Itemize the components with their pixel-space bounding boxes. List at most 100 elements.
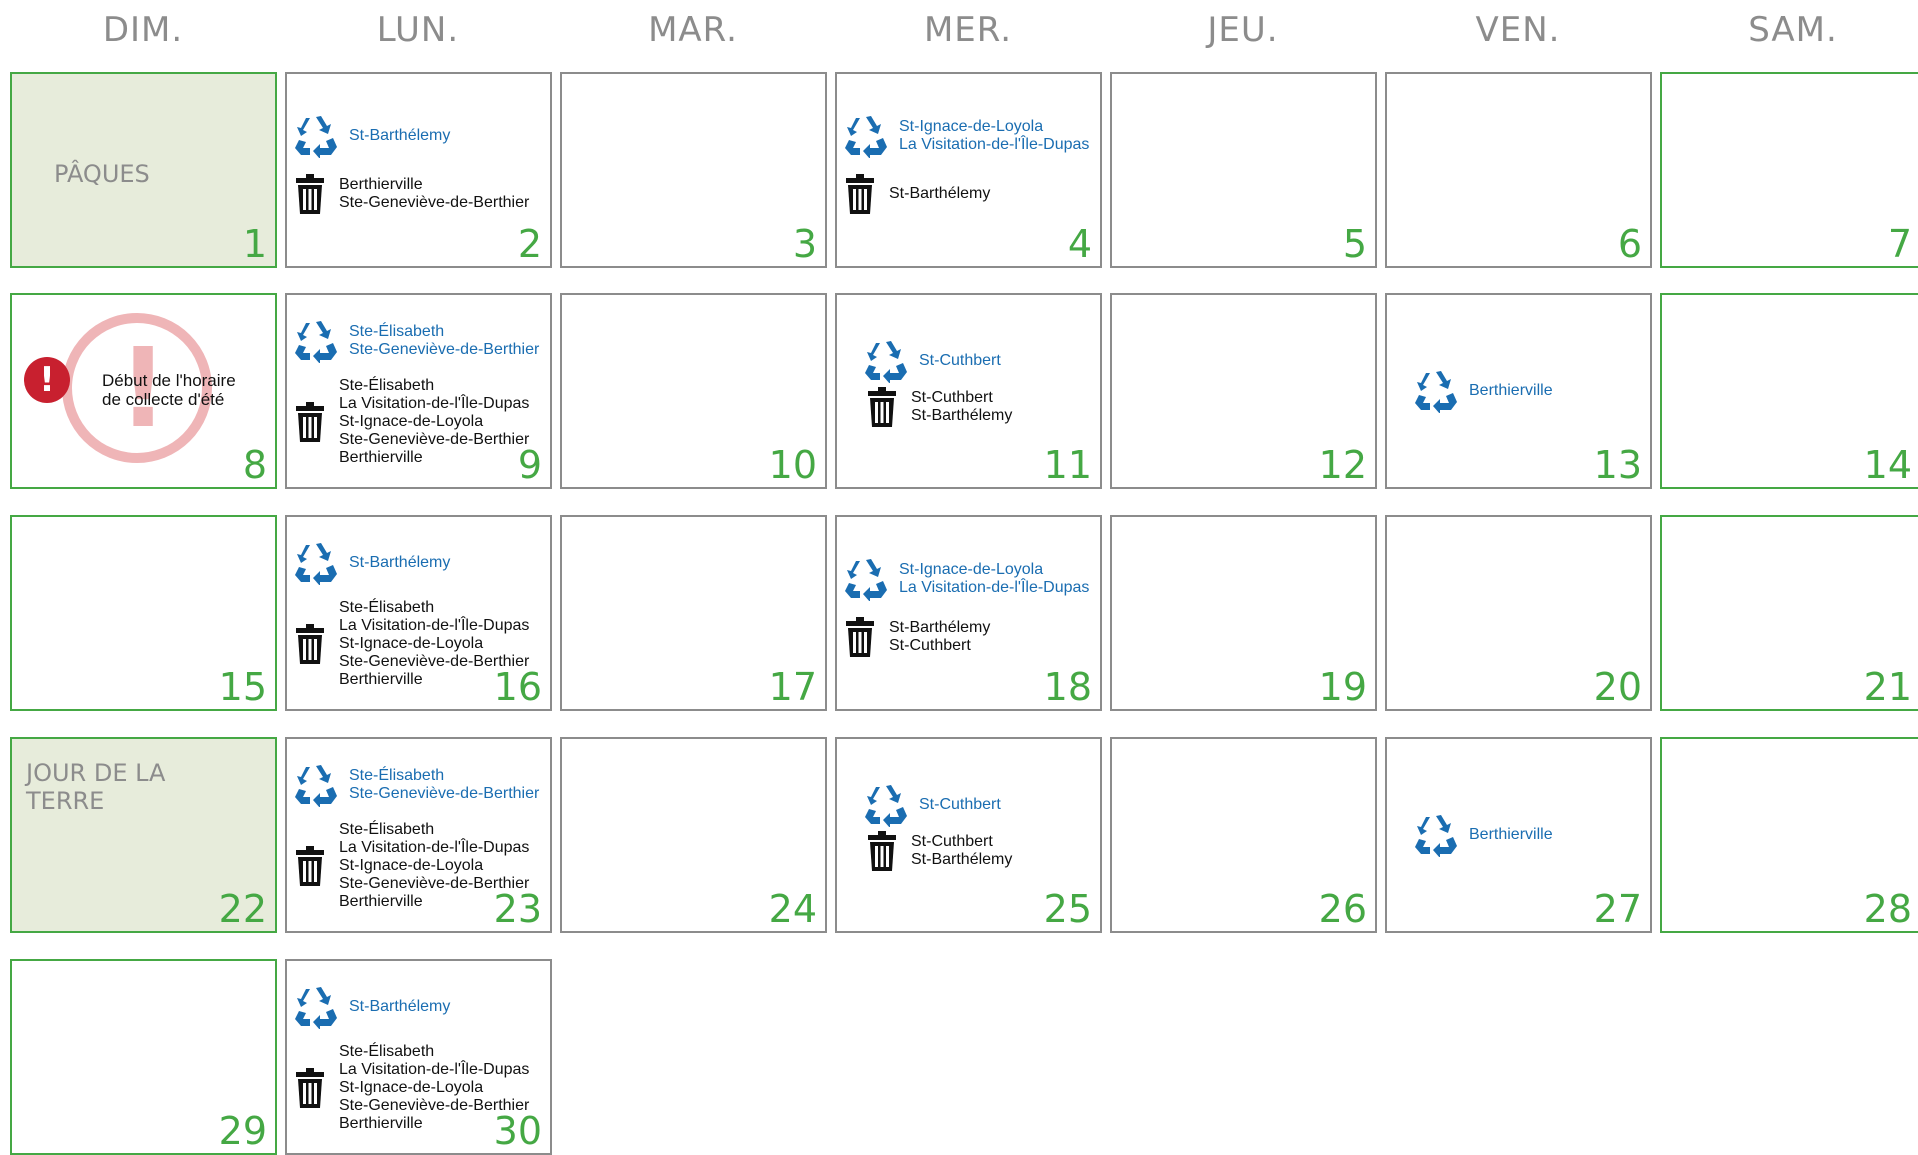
calendar-day-cell: 6 xyxy=(1385,72,1652,268)
notice-text: Début de l'horaire de collecte d'été xyxy=(102,371,236,409)
recycle-icon xyxy=(293,763,339,807)
recycle-icon xyxy=(293,985,339,1029)
day-number: 29 xyxy=(218,1109,267,1153)
weekday-header: DIM. xyxy=(102,10,184,50)
recycling-area: Ste-Geneviève-de-Berthier xyxy=(349,341,540,358)
recycle-icon xyxy=(843,114,889,158)
day-number: 7 xyxy=(1887,222,1912,266)
trash-area: Ste-Élisabeth xyxy=(339,821,435,838)
trash-pickup: St-Barthélemy xyxy=(845,174,990,214)
recycling-pickup: Ste-Élisabeth Ste-Geneviève-de-Berthier xyxy=(293,319,539,363)
trash-area: Ste-Geneviève-de-Berthier xyxy=(339,194,530,211)
recycling-pickup: St-Ignace-de-Loyola La Visitation-de-l'Îl… xyxy=(843,114,1089,158)
day-number: 25 xyxy=(1043,887,1092,931)
day-number: 14 xyxy=(1863,443,1912,487)
day-number: 9 xyxy=(517,443,542,487)
trash-area: Berthierville xyxy=(339,449,423,466)
alert-icon: ! xyxy=(24,357,70,403)
trash-area: St-Ignace-de-Loyola xyxy=(339,1079,484,1096)
day-number: 1 xyxy=(242,222,267,266)
recycling-pickup: Berthierville xyxy=(1413,369,1553,413)
trash-icon xyxy=(867,831,897,871)
trash-icon xyxy=(295,624,325,664)
trash-area: St-Ignace-de-Loyola xyxy=(339,857,484,874)
trash-area: Ste-Élisabeth xyxy=(339,1043,435,1060)
recycling-pickup: Ste-Élisabeth Ste-Geneviève-de-Berthier xyxy=(293,763,539,807)
calendar-day-cell: 17 xyxy=(560,515,827,711)
calendar-day-cell: Ste-Élisabeth Ste-Geneviève-de-Berthier St… xyxy=(285,293,552,489)
calendar-day-cell: St-Barthélemy Ste-Élisabeth La Visitation-… xyxy=(285,515,552,711)
day-number: 6 xyxy=(1617,222,1642,266)
recycle-icon xyxy=(843,557,889,601)
calendar-day-cell: 7 xyxy=(1660,72,1918,268)
day-number: 5 xyxy=(1342,222,1367,266)
trash-area: Ste-Élisabeth xyxy=(339,377,435,394)
calendar-day-cell: 28 xyxy=(1660,737,1918,933)
recycling-area: St-Barthélemy xyxy=(349,554,451,571)
day-number: 30 xyxy=(493,1109,542,1153)
recycling-area: St-Barthélemy xyxy=(349,998,451,1015)
trash-area: St-Ignace-de-Loyola xyxy=(339,635,484,652)
trash-icon xyxy=(295,1068,325,1108)
day-number: 19 xyxy=(1318,665,1367,709)
calendar-day-cell: 14 xyxy=(1660,293,1918,489)
recycling-pickup: Berthierville xyxy=(1413,813,1553,857)
day-number: 22 xyxy=(218,887,267,931)
trash-pickup: St-Cuthbert St-Barthélemy xyxy=(867,387,1012,427)
recycling-area: Ste-Geneviève-de-Berthier xyxy=(349,785,540,802)
trash-area: St-Barthélemy xyxy=(911,851,1013,868)
recycle-icon xyxy=(293,319,339,363)
recycling-area: St-Ignace-de-Loyola xyxy=(899,118,1044,135)
weekday-header: VEN. xyxy=(1475,10,1561,50)
recycle-icon xyxy=(1413,369,1459,413)
recycle-icon xyxy=(293,541,339,585)
day-number: 27 xyxy=(1593,887,1642,931)
trash-area: St-Cuthbert xyxy=(911,833,993,850)
recycling-area: La Visitation-de-l'Île-Dupas xyxy=(899,579,1090,596)
recycling-area: Berthierville xyxy=(1469,826,1553,843)
recycling-area: Berthierville xyxy=(1469,382,1553,399)
recycle-icon xyxy=(863,339,909,383)
recycling-area: St-Cuthbert xyxy=(919,796,1001,813)
recycling-pickup: St-Barthélemy xyxy=(293,541,450,585)
calendar-day-cell: St-Cuthbert St-Cuthbert St-Barthélemy 25 xyxy=(835,737,1102,933)
day-number: 26 xyxy=(1318,887,1367,931)
day-number: 18 xyxy=(1043,665,1092,709)
holiday-label: PÂQUES xyxy=(54,160,150,188)
day-number: 8 xyxy=(242,443,267,487)
day-number: 3 xyxy=(792,222,817,266)
weekday-header: SAM. xyxy=(1748,10,1838,50)
calendar-day-cell: !! Début de l'horaire de collecte d'été 8 xyxy=(10,293,277,489)
weekday-header: MAR. xyxy=(648,10,738,50)
recycling-area: La Visitation-de-l'Île-Dupas xyxy=(899,136,1090,153)
calendar-day-cell: Berthierville 13 xyxy=(1385,293,1652,489)
recycling-pickup: St-Ignace-de-Loyola La Visitation-de-l'Îl… xyxy=(843,557,1089,601)
day-number: 24 xyxy=(768,887,817,931)
calendar-day-cell: St-Cuthbert St-Cuthbert St-Barthélemy 11 xyxy=(835,293,1102,489)
trash-pickup: St-Barthélemy St-Cuthbert xyxy=(845,617,990,657)
trash-area: La Visitation-de-l'Île-Dupas xyxy=(339,1061,530,1078)
day-number: 21 xyxy=(1863,665,1912,709)
calendar-day-cell: St-Ignace-de-Loyola La Visitation-de-l'Îl… xyxy=(835,72,1102,268)
recycling-pickup: St-Cuthbert xyxy=(863,783,1001,827)
calendar-day-cell: St-Barthélemy Berthierville Ste-Geneviève-… xyxy=(285,72,552,268)
recycling-area: St-Barthélemy xyxy=(349,127,451,144)
recycle-icon xyxy=(293,114,339,158)
calendar-day-cell: 26 xyxy=(1110,737,1377,933)
recycling-pickup: St-Barthélemy xyxy=(293,114,450,158)
recycling-pickup: St-Cuthbert xyxy=(863,339,1001,383)
notice-line: Début de l'horaire xyxy=(102,371,236,390)
recycling-area: Ste-Élisabeth xyxy=(349,323,445,340)
trash-icon xyxy=(295,174,325,214)
day-number: 23 xyxy=(493,887,542,931)
recycling-area: Ste-Élisabeth xyxy=(349,767,445,784)
trash-area: St-Cuthbert xyxy=(911,389,993,406)
weekday-header: MER. xyxy=(923,10,1013,50)
day-number: 12 xyxy=(1318,443,1367,487)
trash-area: La Visitation-de-l'Île-Dupas xyxy=(339,839,530,856)
day-number: 11 xyxy=(1043,443,1092,487)
day-number: 28 xyxy=(1863,887,1912,931)
day-number: 15 xyxy=(218,665,267,709)
trash-icon xyxy=(845,617,875,657)
trash-area: Ste-Élisabeth xyxy=(339,599,435,616)
